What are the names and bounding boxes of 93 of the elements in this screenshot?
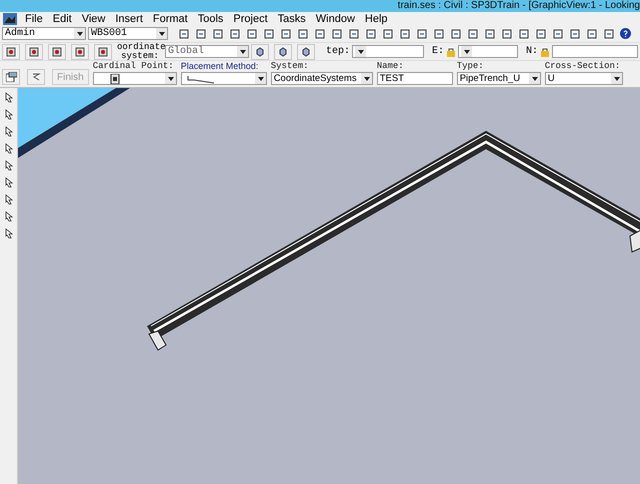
value-dropdown[interactable]: CoordinateSystems	[270, 72, 373, 85]
field-label: Name:	[376, 61, 404, 72]
tool-icon	[298, 28, 308, 38]
menu-item[interactable]: Insert	[110, 12, 148, 24]
tool-icon	[604, 28, 614, 38]
tool-icon	[29, 46, 39, 56]
value-dropdown[interactable]: PipeTrench_U	[456, 72, 541, 85]
pointer-icon	[4, 126, 14, 136]
step-label: tep:	[326, 46, 350, 57]
field-label: Type:	[456, 61, 484, 72]
graphic-view[interactable]	[18, 88, 640, 484]
toolbar-button[interactable]	[297, 44, 315, 60]
tool-icon	[400, 28, 410, 38]
pointer-icon	[4, 194, 14, 204]
lock-icon	[446, 46, 456, 56]
menu-item[interactable]: File	[20, 12, 48, 24]
field-label: System:	[270, 61, 308, 72]
field-label: Cardinal Point:	[92, 61, 174, 72]
pointer-icon	[4, 210, 14, 222]
permission-group-dropdown[interactable]: Admin	[2, 27, 86, 40]
menu-item[interactable]: Format	[148, 12, 193, 24]
view-cube-icon	[278, 46, 288, 56]
smart-step-button[interactable]	[27, 69, 45, 85]
tool-icon	[178, 28, 188, 38]
menu-item[interactable]: Tasks	[272, 12, 311, 24]
cardinal-point-dropdown[interactable]	[92, 72, 177, 85]
tool-icon	[52, 46, 62, 56]
workspace-dropdown[interactable]: WBS001	[88, 27, 168, 40]
pointer-icon	[4, 228, 14, 238]
toolbar-button[interactable]	[25, 44, 43, 60]
tool-icon	[382, 28, 392, 38]
tool-icon	[212, 28, 222, 38]
tool-icon	[536, 28, 546, 38]
properties-icon	[6, 72, 16, 82]
view-cube-icon	[301, 46, 311, 56]
field-label: Placement Method:	[180, 61, 258, 72]
tool-icon	[332, 28, 342, 38]
tool-icon	[468, 28, 478, 38]
properties-button[interactable]	[2, 69, 20, 85]
tool-icon	[586, 28, 596, 38]
pointer-icon	[4, 160, 14, 170]
name-field[interactable]: TEST	[376, 72, 453, 85]
east-label: E:	[432, 46, 444, 57]
tool-icon	[366, 28, 376, 38]
menu-item[interactable]: Help	[360, 12, 393, 24]
window-title: train.ses : Civil : SP3DTrain - [GraphicView:1 - Looking	[398, 0, 640, 12]
app-icon	[3, 12, 17, 24]
tool-icon	[264, 28, 274, 38]
tool-icon	[552, 28, 562, 38]
pointer-icon	[4, 108, 14, 120]
coordinate-system-dropdown[interactable]: Global	[165, 45, 249, 58]
north-label: N:	[526, 46, 538, 57]
pointer-icon	[4, 92, 14, 102]
step-icon	[31, 72, 41, 82]
toolbar-button[interactable]	[71, 44, 89, 60]
tool-icon	[280, 28, 290, 38]
menu-item[interactable]: Edit	[48, 12, 77, 24]
help-icon	[620, 28, 631, 39]
toolbar-button[interactable]	[94, 44, 112, 60]
menu-item[interactable]: Tools	[192, 12, 228, 24]
menu-item[interactable]: Window	[310, 12, 360, 24]
coordinate-system-label: oordinate system:	[117, 42, 163, 60]
toolbar-button[interactable]	[2, 44, 20, 60]
tool-icon	[570, 28, 580, 38]
tool-icon	[450, 28, 460, 38]
menu-item[interactable]: Project	[228, 12, 273, 24]
tool-icon	[75, 46, 85, 56]
tool-icon	[246, 28, 256, 38]
tool-icon	[230, 28, 240, 38]
value-dropdown[interactable]: U	[544, 72, 623, 85]
menu-item[interactable]: View	[76, 12, 110, 24]
tool-icon	[484, 28, 494, 38]
field-label: Cross-Section:	[544, 61, 620, 72]
tool-icon	[416, 28, 426, 38]
toolbar-button[interactable]	[48, 44, 66, 60]
tool-icon	[518, 28, 528, 38]
pointer-icon	[4, 176, 14, 188]
toolbar-button[interactable]	[251, 44, 269, 60]
tool-icon	[348, 28, 358, 38]
tool-icon	[434, 28, 444, 38]
tool-icon	[196, 28, 206, 38]
pointer-icon	[4, 142, 14, 154]
toolbar-button[interactable]	[274, 44, 292, 60]
cardinal-point-icon	[110, 74, 120, 84]
tool-icon	[314, 28, 324, 38]
north-field[interactable]	[552, 45, 638, 58]
tool-icon	[98, 46, 108, 56]
tool-icon	[502, 28, 512, 38]
lock-icon	[540, 46, 550, 56]
view-cube-icon	[255, 46, 265, 56]
help-button[interactable]	[618, 26, 633, 41]
placement-method-dropdown[interactable]	[180, 72, 267, 85]
tool-icon	[6, 46, 16, 56]
